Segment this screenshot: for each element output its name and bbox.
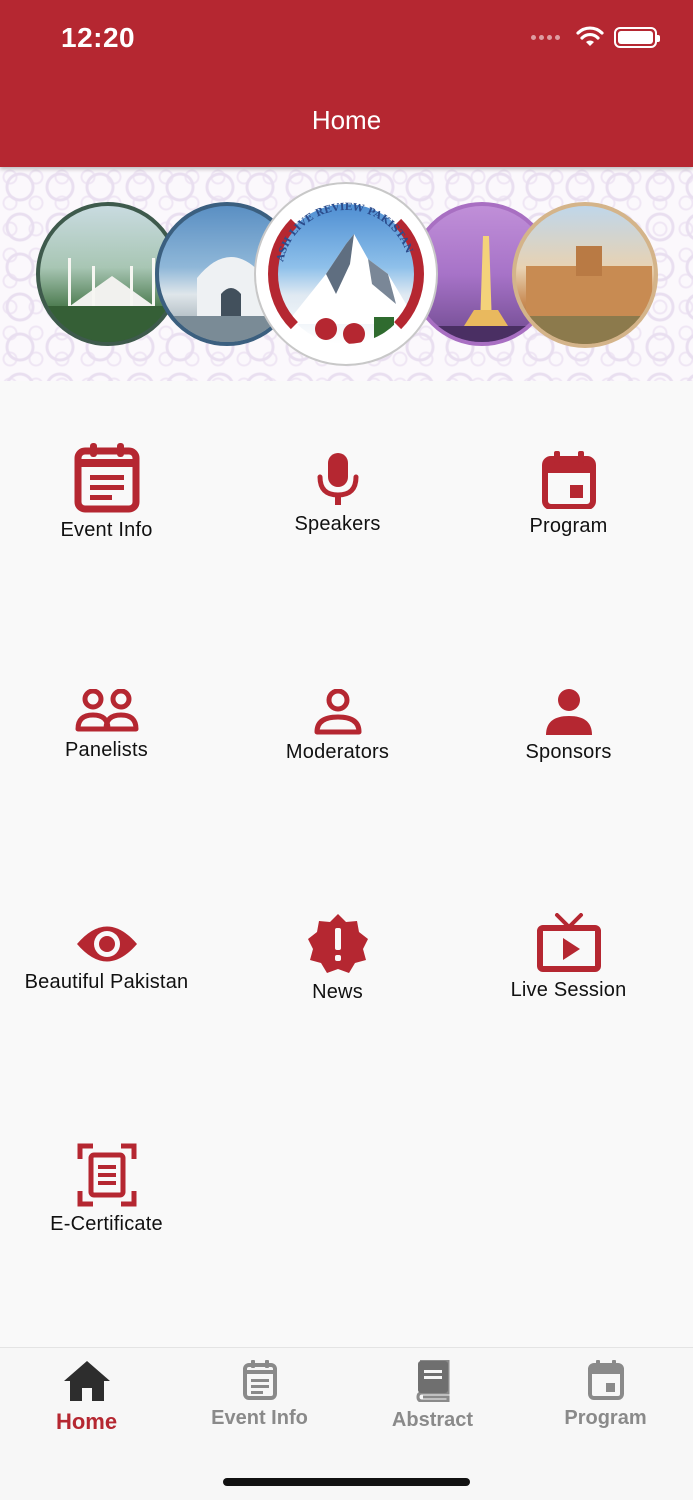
menu-item-moderators[interactable]: Moderators (222, 689, 453, 764)
person-outline-icon (314, 689, 361, 735)
menu-item-label: Speakers (294, 513, 381, 535)
nav-tab-program[interactable]: Program (519, 1360, 692, 1430)
menu-item-label: Panelists (65, 739, 148, 761)
person-icon (545, 689, 592, 735)
page-title: Home (311, 105, 382, 135)
eye-icon (76, 926, 137, 962)
university-building-image (512, 202, 658, 348)
document-scan-icon (77, 1143, 136, 1207)
calendar-text-icon (242, 1360, 277, 1400)
menu-item-speakers[interactable]: Speakers (222, 451, 453, 536)
tv-play-icon (536, 913, 601, 972)
menu-item-sponsors[interactable]: Sponsors (453, 689, 684, 764)
svg-text:ASH LIVE REVIEW PAKISTAN: ASH LIVE REVIEW PAKISTAN (275, 202, 414, 264)
nav-tab-label: Abstract (391, 1409, 474, 1431)
menu-item-e-certificate[interactable]: E-Certificate (0, 1143, 222, 1236)
menu-item-label: Moderators (285, 741, 390, 763)
nav-tab-label: Event Info (211, 1407, 308, 1429)
home-indicator (223, 1478, 470, 1486)
menu-item-panelists[interactable]: Panelists (0, 689, 222, 762)
menu-item-label: Event Info (60, 519, 153, 541)
calendar-icon (587, 1360, 624, 1400)
menu-item-label: Sponsors (525, 741, 612, 763)
status-icons (531, 26, 660, 48)
calendar-text-icon (74, 443, 139, 513)
nav-tab-label: Program (564, 1407, 647, 1429)
home-icon (63, 1361, 110, 1401)
menu-item-program[interactable]: Program (453, 451, 684, 538)
menu-item-beautiful-pakistan[interactable]: Beautiful Pakistan (0, 923, 222, 994)
alert-badge-icon (307, 914, 368, 973)
menu-item-event-info[interactable]: Event Info (0, 441, 222, 542)
menu-item-label: Beautiful Pakistan (24, 971, 189, 993)
microphone-icon (317, 453, 358, 505)
menu-item-label: Live Session (510, 979, 627, 1001)
app-bar: 12:20 Home (0, 0, 693, 167)
wifi-icon (576, 26, 604, 46)
menu-item-live-session[interactable]: Live Session (453, 913, 684, 1002)
menu-item-label: Program (529, 515, 608, 537)
nav-tab-event-info[interactable]: Event Info (173, 1360, 346, 1430)
menu-item-news[interactable]: News (222, 913, 453, 1004)
event-banner: ASH LIVE REVIEW PAKISTAN (0, 167, 693, 381)
nav-tab-abstract[interactable]: Abstract (346, 1359, 519, 1432)
calendar-icon (541, 451, 596, 509)
event-logo: ASH LIVE REVIEW PAKISTAN (256, 184, 436, 364)
nav-tab-home[interactable]: Home (0, 1360, 173, 1435)
nav-tab-label: Home (55, 1409, 118, 1434)
people-icon (75, 689, 138, 732)
book-icon (415, 1359, 449, 1403)
battery-icon (614, 26, 660, 48)
status-time: 12:20 (61, 22, 136, 53)
menu-item-label: News (312, 981, 363, 1003)
signal-icon (531, 34, 560, 40)
menu-item-label: E-Certificate (50, 1213, 163, 1235)
